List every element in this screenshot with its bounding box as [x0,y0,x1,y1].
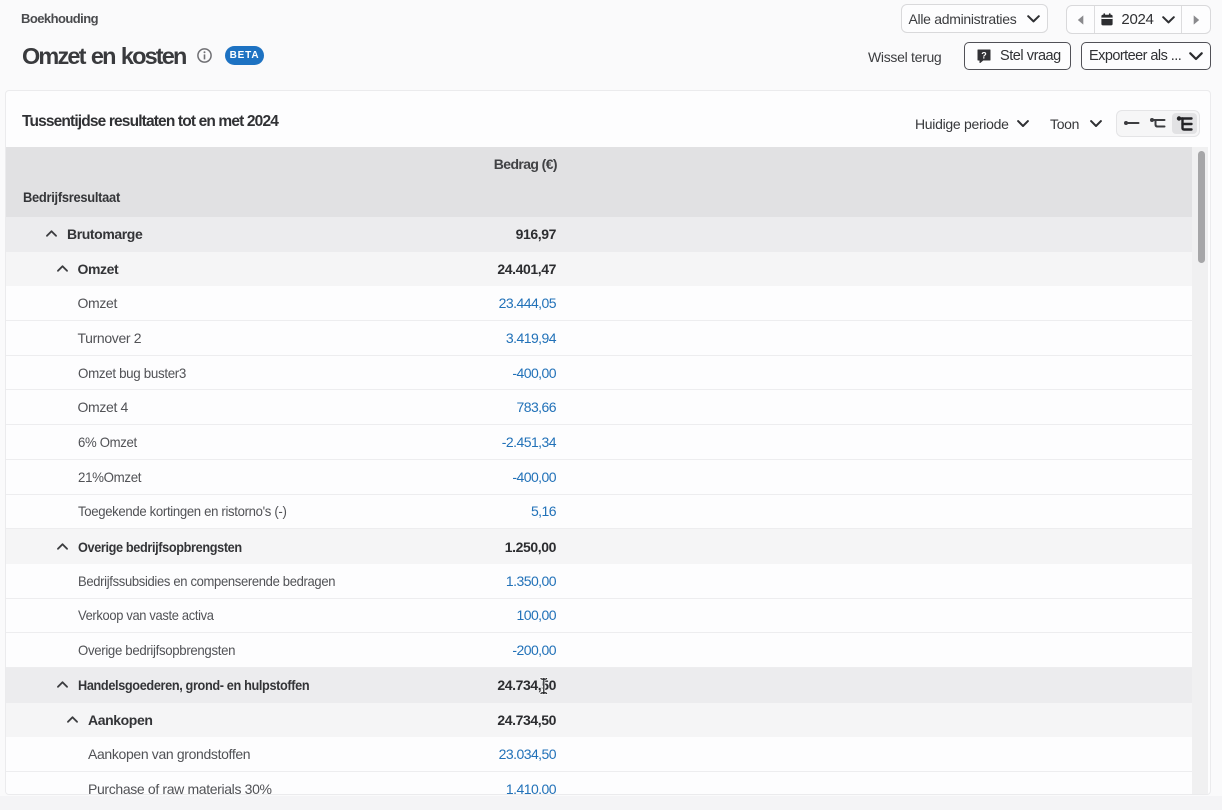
svg-text:?: ? [981,50,987,60]
